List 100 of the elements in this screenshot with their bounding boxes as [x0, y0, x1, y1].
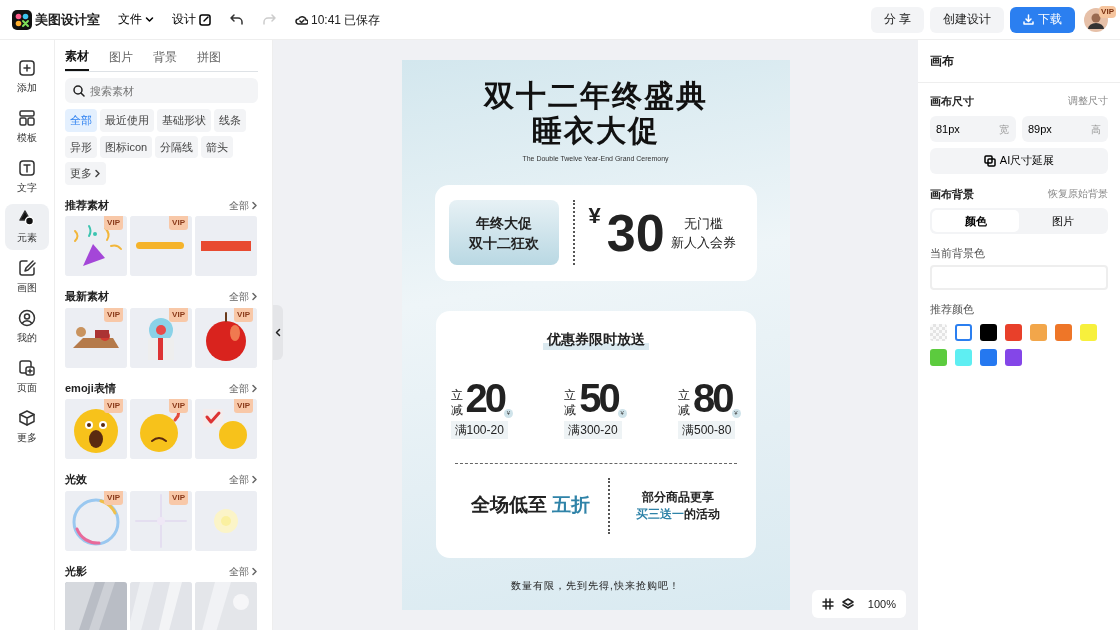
rail-item[interactable]: 文字 — [5, 154, 49, 200]
asset-tile[interactable] — [65, 582, 127, 630]
panel-tab[interactable]: 拼图 — [197, 40, 221, 72]
section-title: 光效 — [65, 472, 87, 488]
asset-tile[interactable]: VIP — [195, 399, 257, 460]
vip-badge: VIP — [1099, 5, 1116, 18]
segment-tab[interactable]: 图片 — [1019, 210, 1106, 232]
see-all-link[interactable]: 全部 — [229, 563, 258, 579]
segment-tab[interactable]: 颜色 — [932, 210, 1019, 232]
zoom-level[interactable]: 100% — [867, 595, 896, 613]
vip-badge: VIP — [104, 307, 123, 322]
header-button[interactable]: 创建设计 — [930, 6, 1004, 33]
asset-tile[interactable]: VIP — [65, 216, 127, 277]
file-menu[interactable]: 文件 — [118, 10, 154, 29]
chevron-right-icon — [251, 566, 258, 576]
color-swatch[interactable] — [980, 348, 997, 366]
ai-resize-button[interactable]: AI尺寸延展 — [930, 147, 1108, 174]
panel-tab[interactable]: 图片 — [109, 40, 133, 72]
resize-link[interactable]: 调整尺寸 — [1068, 94, 1108, 109]
asset-tile[interactable]: VIP — [195, 307, 257, 368]
asset-tile[interactable] — [195, 490, 257, 551]
collapse-handle[interactable] — [273, 305, 283, 360]
plus-icon — [18, 59, 36, 77]
rail-item[interactable]: 模板 — [5, 104, 49, 150]
color-swatch[interactable] — [1080, 323, 1097, 341]
rail-item[interactable]: 元素 — [5, 204, 49, 250]
asset-tile[interactable] — [195, 582, 257, 630]
user-icon — [18, 309, 36, 327]
chevron-right-icon — [251, 200, 258, 210]
section-title: emoji表情 — [65, 380, 116, 396]
layers-icon[interactable] — [841, 598, 854, 610]
discount-label: 立 — [450, 387, 463, 403]
asset-tile[interactable] — [130, 582, 192, 630]
field-label: 推荐颜色 — [930, 301, 975, 317]
filter-chip[interactable]: 基础形状 — [157, 109, 211, 132]
currency-sign: ¥ — [588, 201, 601, 230]
color-swatch[interactable] — [1005, 348, 1022, 366]
asset-tile[interactable] — [195, 216, 257, 277]
section-title: 光影 — [65, 563, 87, 579]
filter-chip[interactable]: 异形 — [65, 135, 97, 159]
rail-item[interactable]: 页面 — [5, 354, 49, 400]
asset-tile[interactable]: VIP — [130, 399, 192, 460]
filter-chip[interactable]: 全部 — [65, 109, 97, 132]
color-swatch[interactable] — [930, 348, 947, 366]
see-all-link[interactable]: 全部 — [229, 289, 258, 304]
chevron-right-icon — [251, 383, 258, 393]
discount-condition: 满300-20 — [564, 420, 622, 439]
color-swatch[interactable] — [1055, 323, 1072, 341]
asset-tile[interactable]: VIP — [130, 490, 192, 551]
filter-chip[interactable]: 线条 — [214, 109, 246, 132]
panel-tab[interactable]: 素材 — [65, 40, 89, 72]
asset-tile[interactable]: VIP — [130, 307, 192, 368]
grid-icon[interactable] — [821, 598, 834, 610]
coupon-note: 无门槛 — [682, 214, 724, 233]
rail-item[interactable]: 画图 — [5, 254, 49, 300]
save-status: 10:41 已保存 — [311, 11, 381, 29]
asset-tile[interactable]: VIP — [65, 307, 127, 368]
chevron-right-icon — [94, 169, 101, 178]
color-swatch[interactable] — [955, 323, 972, 341]
search-icon — [73, 85, 85, 98]
panel-tab[interactable]: 背景 — [153, 40, 177, 72]
reset-background-link[interactable]: 恢复原始背景 — [1048, 186, 1108, 201]
filter-chip[interactable]: 最近使用 — [100, 109, 154, 132]
poster-title: 睡衣大促 — [530, 113, 661, 148]
color-swatch[interactable] — [955, 348, 972, 366]
panel-title: 画布 — [918, 40, 1120, 83]
filter-chip[interactable]: 分隔线 — [155, 135, 199, 159]
see-all-link[interactable]: 全部 — [229, 472, 258, 487]
section-title: 画布背景 — [930, 186, 974, 202]
discount-condition: 满100-20 — [450, 420, 508, 439]
download-button[interactable]: 下载 — [1010, 6, 1075, 33]
filter-chip[interactable]: 图标icon — [100, 135, 153, 159]
color-swatch[interactable] — [930, 323, 947, 341]
vip-badge: VIP — [234, 307, 253, 322]
vip-badge: VIP — [104, 399, 123, 414]
shapes-icon — [18, 209, 36, 227]
section-title: 推荐素材 — [65, 197, 109, 213]
vip-badge: VIP — [169, 490, 188, 505]
filter-chip[interactable]: 更多 — [65, 162, 106, 185]
promo-text: 部分商品更享 — [641, 488, 716, 506]
vip-badge: VIP — [234, 399, 253, 414]
asset-tile[interactable]: VIP — [65, 399, 127, 460]
color-swatch[interactable] — [1030, 323, 1047, 341]
promo-text: 买三送一的活动 — [636, 505, 721, 523]
color-swatch[interactable] — [1005, 323, 1022, 341]
rail-item[interactable]: 我的 — [5, 304, 49, 350]
undo-icon[interactable] — [229, 13, 244, 26]
header-button[interactable]: 分 享 — [870, 6, 924, 33]
search-field[interactable]: 搜索素材 — [65, 78, 258, 104]
filter-chip[interactable]: 箭头 — [201, 135, 234, 159]
asset-tile[interactable]: VIP — [130, 216, 192, 277]
rail-item[interactable]: 更多 — [5, 404, 49, 450]
badge-text: 双十二狂欢 — [468, 233, 539, 253]
color-swatch[interactable] — [980, 323, 997, 341]
discount-amount: 20 — [465, 377, 504, 418]
see-all-link[interactable]: 全部 — [229, 380, 258, 396]
rail-item[interactable]: 添加 — [5, 54, 49, 100]
asset-tile[interactable]: VIP — [65, 490, 127, 551]
see-all-link[interactable]: 全部 — [229, 197, 258, 213]
design-menu[interactable]: 设计 — [172, 10, 211, 29]
